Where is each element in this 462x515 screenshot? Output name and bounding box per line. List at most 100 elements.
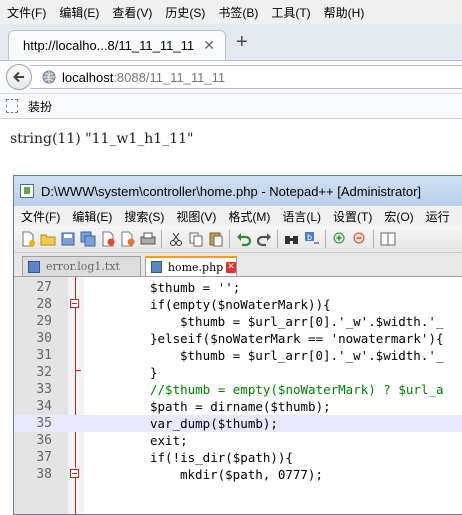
browser-menu-help[interactable]: 帮助(H): [317, 4, 371, 21]
notepad-tabbar: error.log1.txt home.php ✕: [14, 253, 462, 277]
notepad-app-icon: [20, 184, 34, 198]
line-number: 33: [36, 382, 52, 397]
notepad-menubar: 文件(F) 编辑(E) 搜索(S) 视图(V) 格式(M) 语言(L) 设置(T…: [14, 206, 462, 226]
code-text: $path = dirname($thumb);: [150, 399, 331, 414]
new-file-icon[interactable]: [20, 231, 36, 247]
tab-label: error.log1.txt: [46, 260, 120, 273]
browser-menu-tools[interactable]: 工具(T): [264, 4, 316, 21]
line-number: 37: [36, 450, 52, 465]
code-editor[interactable]: 27 $thumb = ''; 28 if(empty($noWaterMark…: [14, 277, 462, 514]
cut-icon[interactable]: [168, 231, 184, 247]
browser-menu-file[interactable]: 文件(F): [0, 4, 52, 21]
code-text: }: [150, 365, 158, 380]
code-comment: //$thumb = empty($noWaterMark) ? $url_a: [150, 382, 444, 397]
npp-menu-format[interactable]: 格式(M): [221, 208, 275, 225]
code-line-current: 35 var_dump($thumb);: [14, 415, 462, 432]
bookmark-item[interactable]: 装扮: [28, 98, 52, 115]
code-text: $thumb = $url_arr[0].'_w'.$width.'_: [180, 348, 444, 363]
line-number: 32: [36, 365, 52, 380]
line-number: 28: [36, 297, 52, 312]
zoom-out-icon[interactable]: [352, 231, 368, 247]
code-line: 28 if(empty($noWaterMark)){: [14, 296, 462, 313]
npp-menu-edit[interactable]: 编辑(E): [65, 208, 117, 225]
line-number: 34: [36, 399, 52, 414]
code-text: mkdir($path, 0777);: [180, 467, 323, 482]
line-number: 38: [36, 467, 52, 482]
save-all-icon[interactable]: [80, 231, 96, 247]
save-icon[interactable]: [60, 231, 76, 247]
npp-menu-view[interactable]: 视图(V): [169, 208, 221, 225]
tab-label: home.php: [167, 260, 224, 274]
npp-menu-macro[interactable]: 宏(O): [377, 208, 418, 225]
copy-icon[interactable]: [188, 231, 204, 247]
line-number: 35: [36, 416, 52, 431]
browser-menubar: 文件(F) 编辑(E) 查看(V) 历史(S) 书签(B) 工具(T) 帮助(H…: [0, 0, 462, 24]
toolbar-separator: [161, 230, 162, 248]
npp-menu-settings[interactable]: 设置(T): [326, 208, 377, 225]
tab-error-log[interactable]: error.log1.txt: [22, 256, 141, 276]
redo-icon[interactable]: [256, 231, 272, 247]
notepad-window-title: D:\WWW\system\controller\home.php - Note…: [41, 184, 422, 199]
find-icon[interactable]: [284, 231, 300, 247]
notepad-window: D:\WWW\system\controller\home.php - Note…: [13, 175, 462, 515]
browser-menu-edit[interactable]: 编辑(E): [52, 4, 105, 21]
line-number: 30: [36, 331, 52, 346]
toolbar-separator: [373, 230, 374, 248]
browser-tab-title: http://localho...8/11_11_11_11: [23, 38, 195, 53]
browser-menu-view[interactable]: 查看(V): [105, 4, 158, 21]
bookmarks-bar: 装扮: [0, 94, 462, 119]
fold-line: [75, 478, 76, 514]
npp-menu-file[interactable]: 文件(F): [14, 208, 65, 225]
line-number: 36: [36, 433, 52, 448]
code-line: 27 $thumb = '';: [14, 279, 462, 296]
file-icon: [151, 261, 162, 273]
code-text: exit;: [150, 433, 188, 448]
bookmark-page-icon: [6, 99, 18, 113]
code-line: 33 //$thumb = empty($noWaterMark) ? $url…: [14, 381, 462, 398]
code-text: $thumb = $url_arr[0].'_w'.$width.'_: [180, 314, 444, 329]
url-host: localhost: [62, 69, 114, 85]
browser-tab[interactable]: http://localho...8/11_11_11_11 ✕: [8, 30, 226, 60]
npp-menu-run[interactable]: 运行: [419, 208, 455, 225]
notepad-titlebar[interactable]: D:\WWW\system\controller\home.php - Note…: [14, 176, 462, 206]
page-output-text: string(11) "11_w1_h1_11": [10, 131, 194, 147]
close-icon[interactable]: ✕: [203, 37, 215, 54]
toolbar-separator: [277, 230, 278, 248]
code-line: 29 $thumb = $url_arr[0].'_w'.$width.'_: [14, 313, 462, 330]
browser-tabstrip: http://localho...8/11_11_11_11 ✕ +: [0, 24, 462, 61]
back-button[interactable]: [6, 64, 32, 90]
url-path: :8088/11_11_11_11: [113, 69, 226, 85]
code-text: if(!is_dir($path)){: [150, 450, 293, 465]
file-icon: [28, 260, 40, 273]
code-line: 30 }elseif($noWaterMark == 'nowatermark'…: [14, 330, 462, 347]
close-tab-icon[interactable]: ✕: [226, 261, 236, 273]
code-text: if(empty($noWaterMark)){: [150, 297, 331, 312]
sync-scroll-icon[interactable]: [380, 231, 396, 247]
undo-icon[interactable]: [236, 231, 252, 247]
npp-menu-search[interactable]: 搜索(S): [117, 208, 169, 225]
toolbar-separator: [325, 230, 326, 248]
paste-icon[interactable]: [208, 231, 224, 247]
code-text: $thumb = '';: [150, 280, 241, 295]
code-line: 36 exit;: [14, 432, 462, 449]
line-number: 31: [36, 348, 52, 363]
back-arrow-icon: [13, 71, 24, 83]
browser-menu-history[interactable]: 历史(S): [158, 4, 211, 21]
notepad-toolbar: b: [14, 226, 462, 253]
code-line: 37 if(!is_dir($path)){: [14, 449, 462, 466]
browser-navbar: localhost:8088/11_11_11_11: [0, 61, 462, 94]
print-icon[interactable]: [140, 231, 156, 247]
tab-home-php[interactable]: home.php ✕: [145, 256, 237, 276]
zoom-in-icon[interactable]: [332, 231, 348, 247]
toolbar-separator: [229, 230, 230, 248]
browser-menu-bookmarks[interactable]: 书签(B): [211, 4, 264, 21]
close-file-icon[interactable]: [100, 231, 116, 247]
close-all-icon[interactable]: [120, 231, 136, 247]
new-tab-icon[interactable]: +: [236, 30, 248, 54]
code-text: var_dump($thumb);: [150, 416, 278, 431]
replace-icon[interactable]: b: [304, 231, 320, 247]
npp-menu-language[interactable]: 语言(L): [275, 208, 326, 225]
url-bar[interactable]: localhost:8088/11_11_11_11: [30, 65, 462, 89]
open-folder-icon[interactable]: [40, 231, 56, 247]
line-number: 27: [36, 280, 52, 295]
